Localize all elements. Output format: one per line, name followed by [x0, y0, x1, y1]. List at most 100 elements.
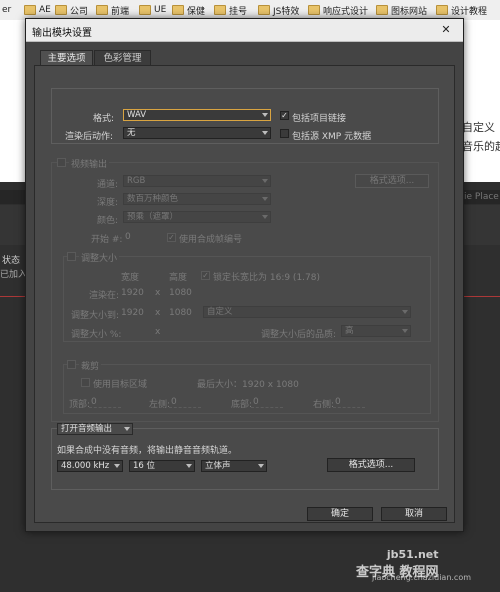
color-label: 颜色: [97, 216, 119, 226]
bookmark-label: 设计教程 [451, 6, 488, 17]
start-frame-label: 开始 #: [91, 235, 123, 245]
lock-aspect-checkbox[interactable]: ✓ [201, 271, 210, 280]
bookmark-label: UE [154, 5, 167, 15]
crop-bottom-field[interactable] [251, 397, 283, 408]
bookmark-label: AE [39, 5, 51, 15]
height-header: 高度 [169, 273, 188, 283]
use-roi-checkbox[interactable] [81, 378, 90, 387]
resize-x: x [155, 308, 161, 318]
bookmark-label: 公司 [70, 6, 89, 17]
folder-icon [376, 5, 388, 15]
bookmark-item[interactable]: er [2, 4, 11, 16]
bookmark-folder[interactable]: UE [139, 4, 166, 16]
resize-width-field[interactable]: 1920 [121, 308, 144, 318]
start-frame-value[interactable]: 0 [125, 232, 131, 242]
use-roi-label: 使用目标区域 [93, 380, 148, 390]
cancel-button[interactable]: 取消 [381, 507, 447, 521]
audio-bit-depth-dropdown[interactable]: 16 位 [129, 460, 195, 472]
resize-checkbox[interactable] [67, 252, 76, 261]
watermark-line: jb51.net [386, 548, 439, 561]
bookmark-label: 响应式设计 [323, 6, 369, 17]
crop-top-label: 顶部: [69, 400, 91, 410]
chevron-down-icon [258, 464, 264, 468]
resize-to-label: 调整大小到: [71, 311, 120, 321]
resize-percent-x: x [155, 327, 161, 337]
tab-color-management[interactable]: 色彩管理 [94, 50, 151, 66]
bookmark-label: 前端 [111, 6, 130, 17]
chevron-down-icon [262, 197, 268, 201]
close-icon[interactable]: ✕ [437, 22, 455, 37]
audio-channels-dropdown[interactable]: 立体声 [201, 460, 267, 472]
folder-icon [258, 5, 270, 15]
include-xmp-label: 包括源 XMP 元数据 [292, 132, 372, 142]
bookmark-label: er [2, 5, 12, 15]
use-comp-frame-checkbox[interactable]: ✓ [167, 233, 176, 242]
folder-icon [214, 5, 226, 15]
format-label: 格式: [93, 114, 115, 124]
format-dropdown[interactable]: WAV [123, 109, 271, 121]
crop-checkbox[interactable] [67, 360, 76, 369]
video-format-options-button[interactable]: 格式选项... [355, 174, 429, 188]
ok-button[interactable]: 确定 [307, 507, 373, 521]
audio-sample-rate-dropdown[interactable]: 48.000 kHz [57, 460, 123, 472]
lock-aspect-label: 锁定长宽比为 16:9 (1.78) [213, 273, 320, 283]
ae-status-label: 状态 [2, 256, 21, 266]
include-xmp-checkbox[interactable] [280, 129, 289, 138]
folder-icon [308, 5, 320, 15]
folder-icon [96, 5, 108, 15]
render-x: x [155, 288, 161, 298]
folder-icon [55, 5, 67, 15]
resize-quality-dropdown[interactable]: 高 [341, 325, 411, 337]
resize-height-field[interactable]: 1080 [169, 308, 192, 318]
background-text: 音乐的起 [462, 140, 500, 153]
resize-quality-label: 调整大小后的品质: [261, 330, 337, 340]
chevron-down-icon [114, 464, 120, 468]
include-project-link-checkbox[interactable]: ✓ [280, 111, 289, 120]
crop-right-field[interactable] [333, 397, 365, 408]
chevron-down-icon [402, 310, 408, 314]
format-value: WAV [127, 110, 147, 120]
channels-label: 通道: [97, 180, 119, 190]
bookmark-folder[interactable]: 前端 [96, 4, 130, 17]
audio-format-options-button[interactable]: 格式选项... [327, 458, 415, 472]
resize-preset-value: 自定义 [207, 307, 233, 317]
depth-dropdown[interactable]: 数百万种颜色 [123, 193, 271, 205]
channels-dropdown[interactable]: RGB [123, 175, 271, 187]
depth-label: 深度: [97, 198, 119, 208]
chevron-down-icon [186, 464, 192, 468]
chevron-down-icon [262, 215, 268, 219]
crop-left-label: 左侧: [149, 400, 171, 410]
folder-icon [24, 5, 36, 15]
ae-status-value: 已加入 [0, 270, 28, 280]
color-value: 预乘（遮罩） [127, 212, 179, 222]
dialog-titlebar[interactable]: 输出模块设置 ✕ [26, 19, 463, 42]
bookmark-folder[interactable]: 保健 [172, 4, 205, 17]
bookmark-folder-ae[interactable]: AE [24, 4, 51, 16]
resize-preset-dropdown[interactable]: 自定义 [203, 306, 411, 318]
color-dropdown[interactable]: 预乘（遮罩） [123, 211, 271, 223]
bookmark-folder[interactable]: 挂号 [214, 4, 247, 17]
post-render-dropdown[interactable]: 无 [123, 127, 271, 139]
bookmark-folder[interactable]: 公司 [55, 4, 89, 17]
audio-output-value: 打开音频输出 [61, 424, 113, 434]
bookmark-label: 图标网站 [391, 6, 428, 17]
bookmark-folder[interactable]: JS特效 [258, 4, 299, 17]
chevron-down-icon [262, 113, 268, 117]
render-at-label: 渲染在: [89, 291, 120, 301]
chevron-down-icon [262, 131, 268, 135]
resize-percent-label: 调整大小 %: [71, 330, 122, 340]
tab-main-options[interactable]: 主要选项 [40, 50, 93, 66]
use-comp-frame-label: 使用合成帧编号 [179, 235, 243, 245]
bookmark-folder[interactable]: 图标网站 [376, 4, 428, 17]
video-output-checkbox[interactable] [57, 158, 66, 167]
crop-top-field[interactable] [89, 397, 121, 408]
crop-left-field[interactable] [169, 397, 201, 408]
bookmark-folder[interactable]: 响应式设计 [308, 4, 369, 17]
chevron-down-icon [124, 427, 130, 431]
bookmark-folder[interactable]: 设计教程 [436, 4, 488, 17]
watermark-url: jiaocheng.chazidian.com [372, 573, 472, 582]
bit-depth-value: 16 位 [133, 461, 156, 471]
audio-output-dropdown[interactable]: 打开音频输出 [57, 423, 133, 435]
channels-value: RGB [127, 176, 146, 186]
post-render-label: 渲染后动作: [65, 132, 114, 142]
